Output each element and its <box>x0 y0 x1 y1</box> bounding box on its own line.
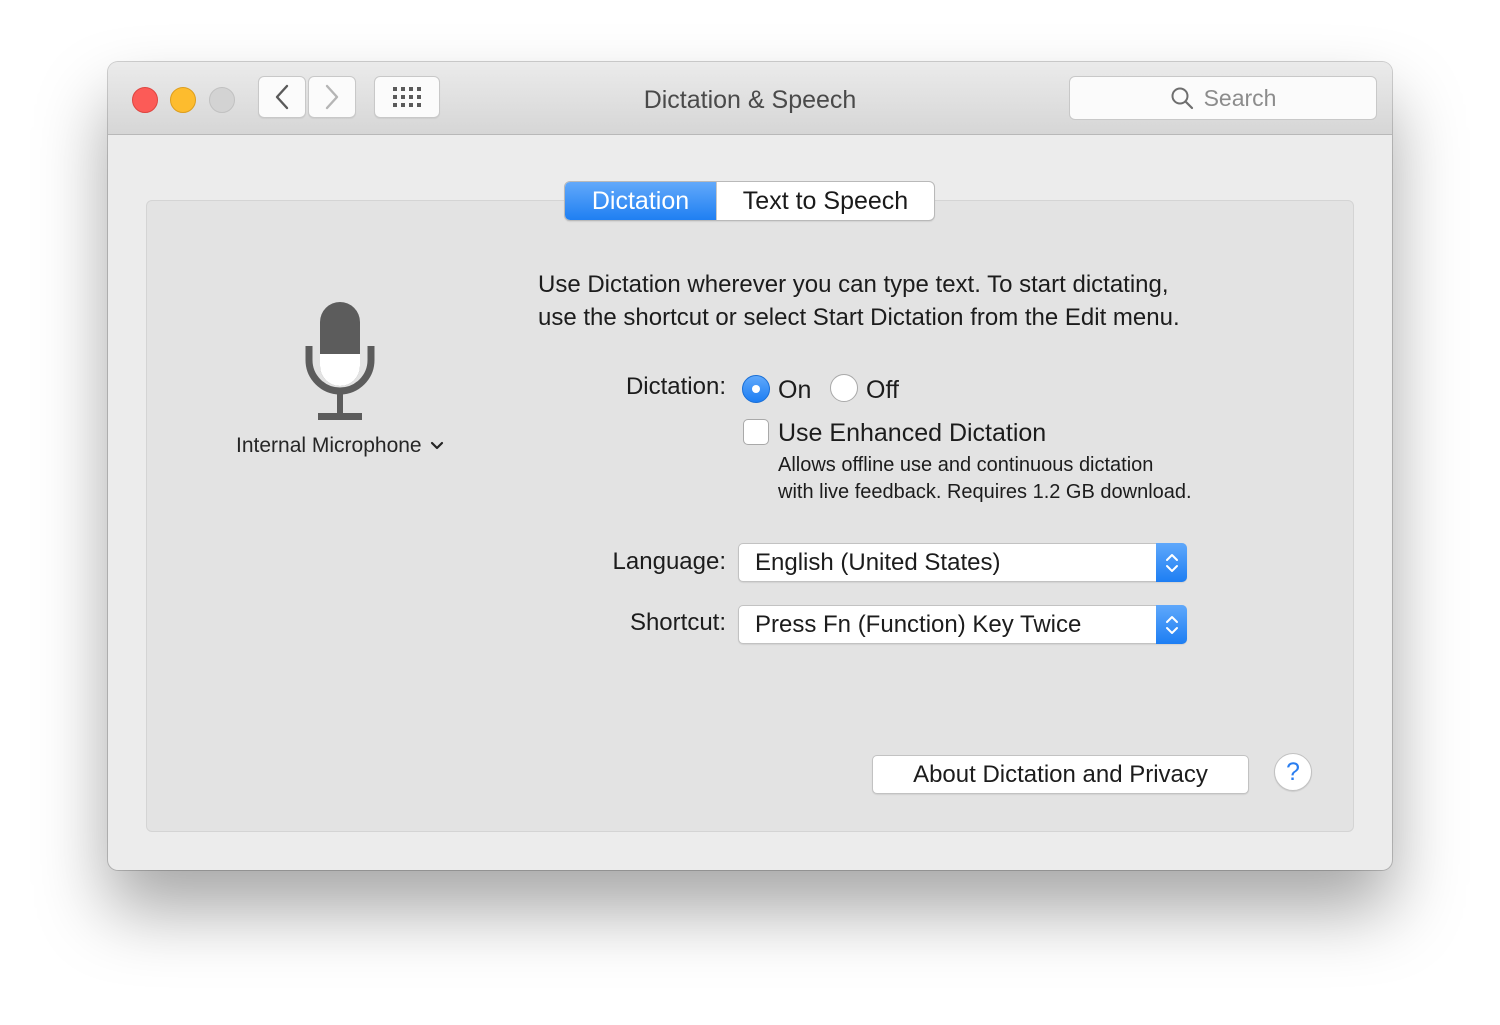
shortcut-select-arrows <box>1156 605 1187 644</box>
shortcut-label: Shortcut: <box>629 609 726 636</box>
search-placeholder: Search <box>1203 84 1277 111</box>
chevron-right-icon <box>325 84 339 110</box>
hint-line-2: with live feedback. Requires 1.2 GB down… <box>778 481 1192 503</box>
language-value: English (United States) <box>755 549 1001 576</box>
microphone-icon <box>305 302 375 420</box>
dictation-label: Dictation: <box>625 373 726 400</box>
intro-text: Use Dictation wherever you can type text… <box>538 268 1278 334</box>
show-all-button[interactable] <box>374 76 440 118</box>
microphone-source-popup[interactable]: Internal Microphone <box>236 434 444 458</box>
language-label: Language: <box>612 548 726 575</box>
enhanced-dictation-checkbox[interactable] <box>743 419 769 445</box>
search-icon <box>1171 87 1193 110</box>
back-button[interactable] <box>258 76 306 118</box>
shortcut-select[interactable]: Press Fn (Function) Key Twice <box>738 605 1187 644</box>
dictation-off-radio[interactable] <box>830 374 858 402</box>
forward-button[interactable] <box>308 76 356 118</box>
microphone-label: Internal Microphone <box>236 434 422 457</box>
language-select[interactable]: English (United States) <box>738 543 1187 582</box>
up-down-arrows-icon <box>1165 615 1178 634</box>
chevron-left-icon <box>275 84 289 110</box>
minimize-button[interactable] <box>170 87 196 113</box>
zoom-button <box>209 87 235 113</box>
tab-dictation[interactable]: Dictation <box>565 182 716 220</box>
tab-bar: Dictation Text to Speech <box>564 181 935 221</box>
dictation-on-radio[interactable] <box>742 375 770 403</box>
search-field[interactable]: Search <box>1069 76 1377 120</box>
intro-line-2: use the shortcut or select Start Dictati… <box>538 304 1180 331</box>
intro-line-1: Use Dictation wherever you can type text… <box>538 271 1169 298</box>
grid-icon <box>393 87 421 107</box>
title-bar: Dictation & Speech Search <box>108 62 1392 135</box>
about-dictation-privacy-button[interactable]: About Dictation and Privacy <box>872 755 1249 794</box>
help-button[interactable]: ? <box>1274 753 1312 791</box>
shortcut-value: Press Fn (Function) Key Twice <box>755 611 1082 638</box>
preferences-window: Dictation & Speech Search Dictation Text… <box>108 62 1392 870</box>
language-select-arrows <box>1156 543 1187 582</box>
enhanced-dictation-label[interactable]: Use Enhanced Dictation <box>778 419 1046 448</box>
hint-line-1: Allows offline use and continuous dictat… <box>778 454 1154 476</box>
tab-text-to-speech[interactable]: Text to Speech <box>716 182 934 220</box>
enhanced-dictation-hint: Allows offline use and continuous dictat… <box>778 452 1192 506</box>
dictation-off-label[interactable]: Off <box>866 376 899 405</box>
close-button[interactable] <box>132 87 158 113</box>
dictation-on-label[interactable]: On <box>778 376 811 405</box>
up-down-arrows-icon <box>1165 553 1178 572</box>
chevron-down-icon <box>430 441 443 450</box>
